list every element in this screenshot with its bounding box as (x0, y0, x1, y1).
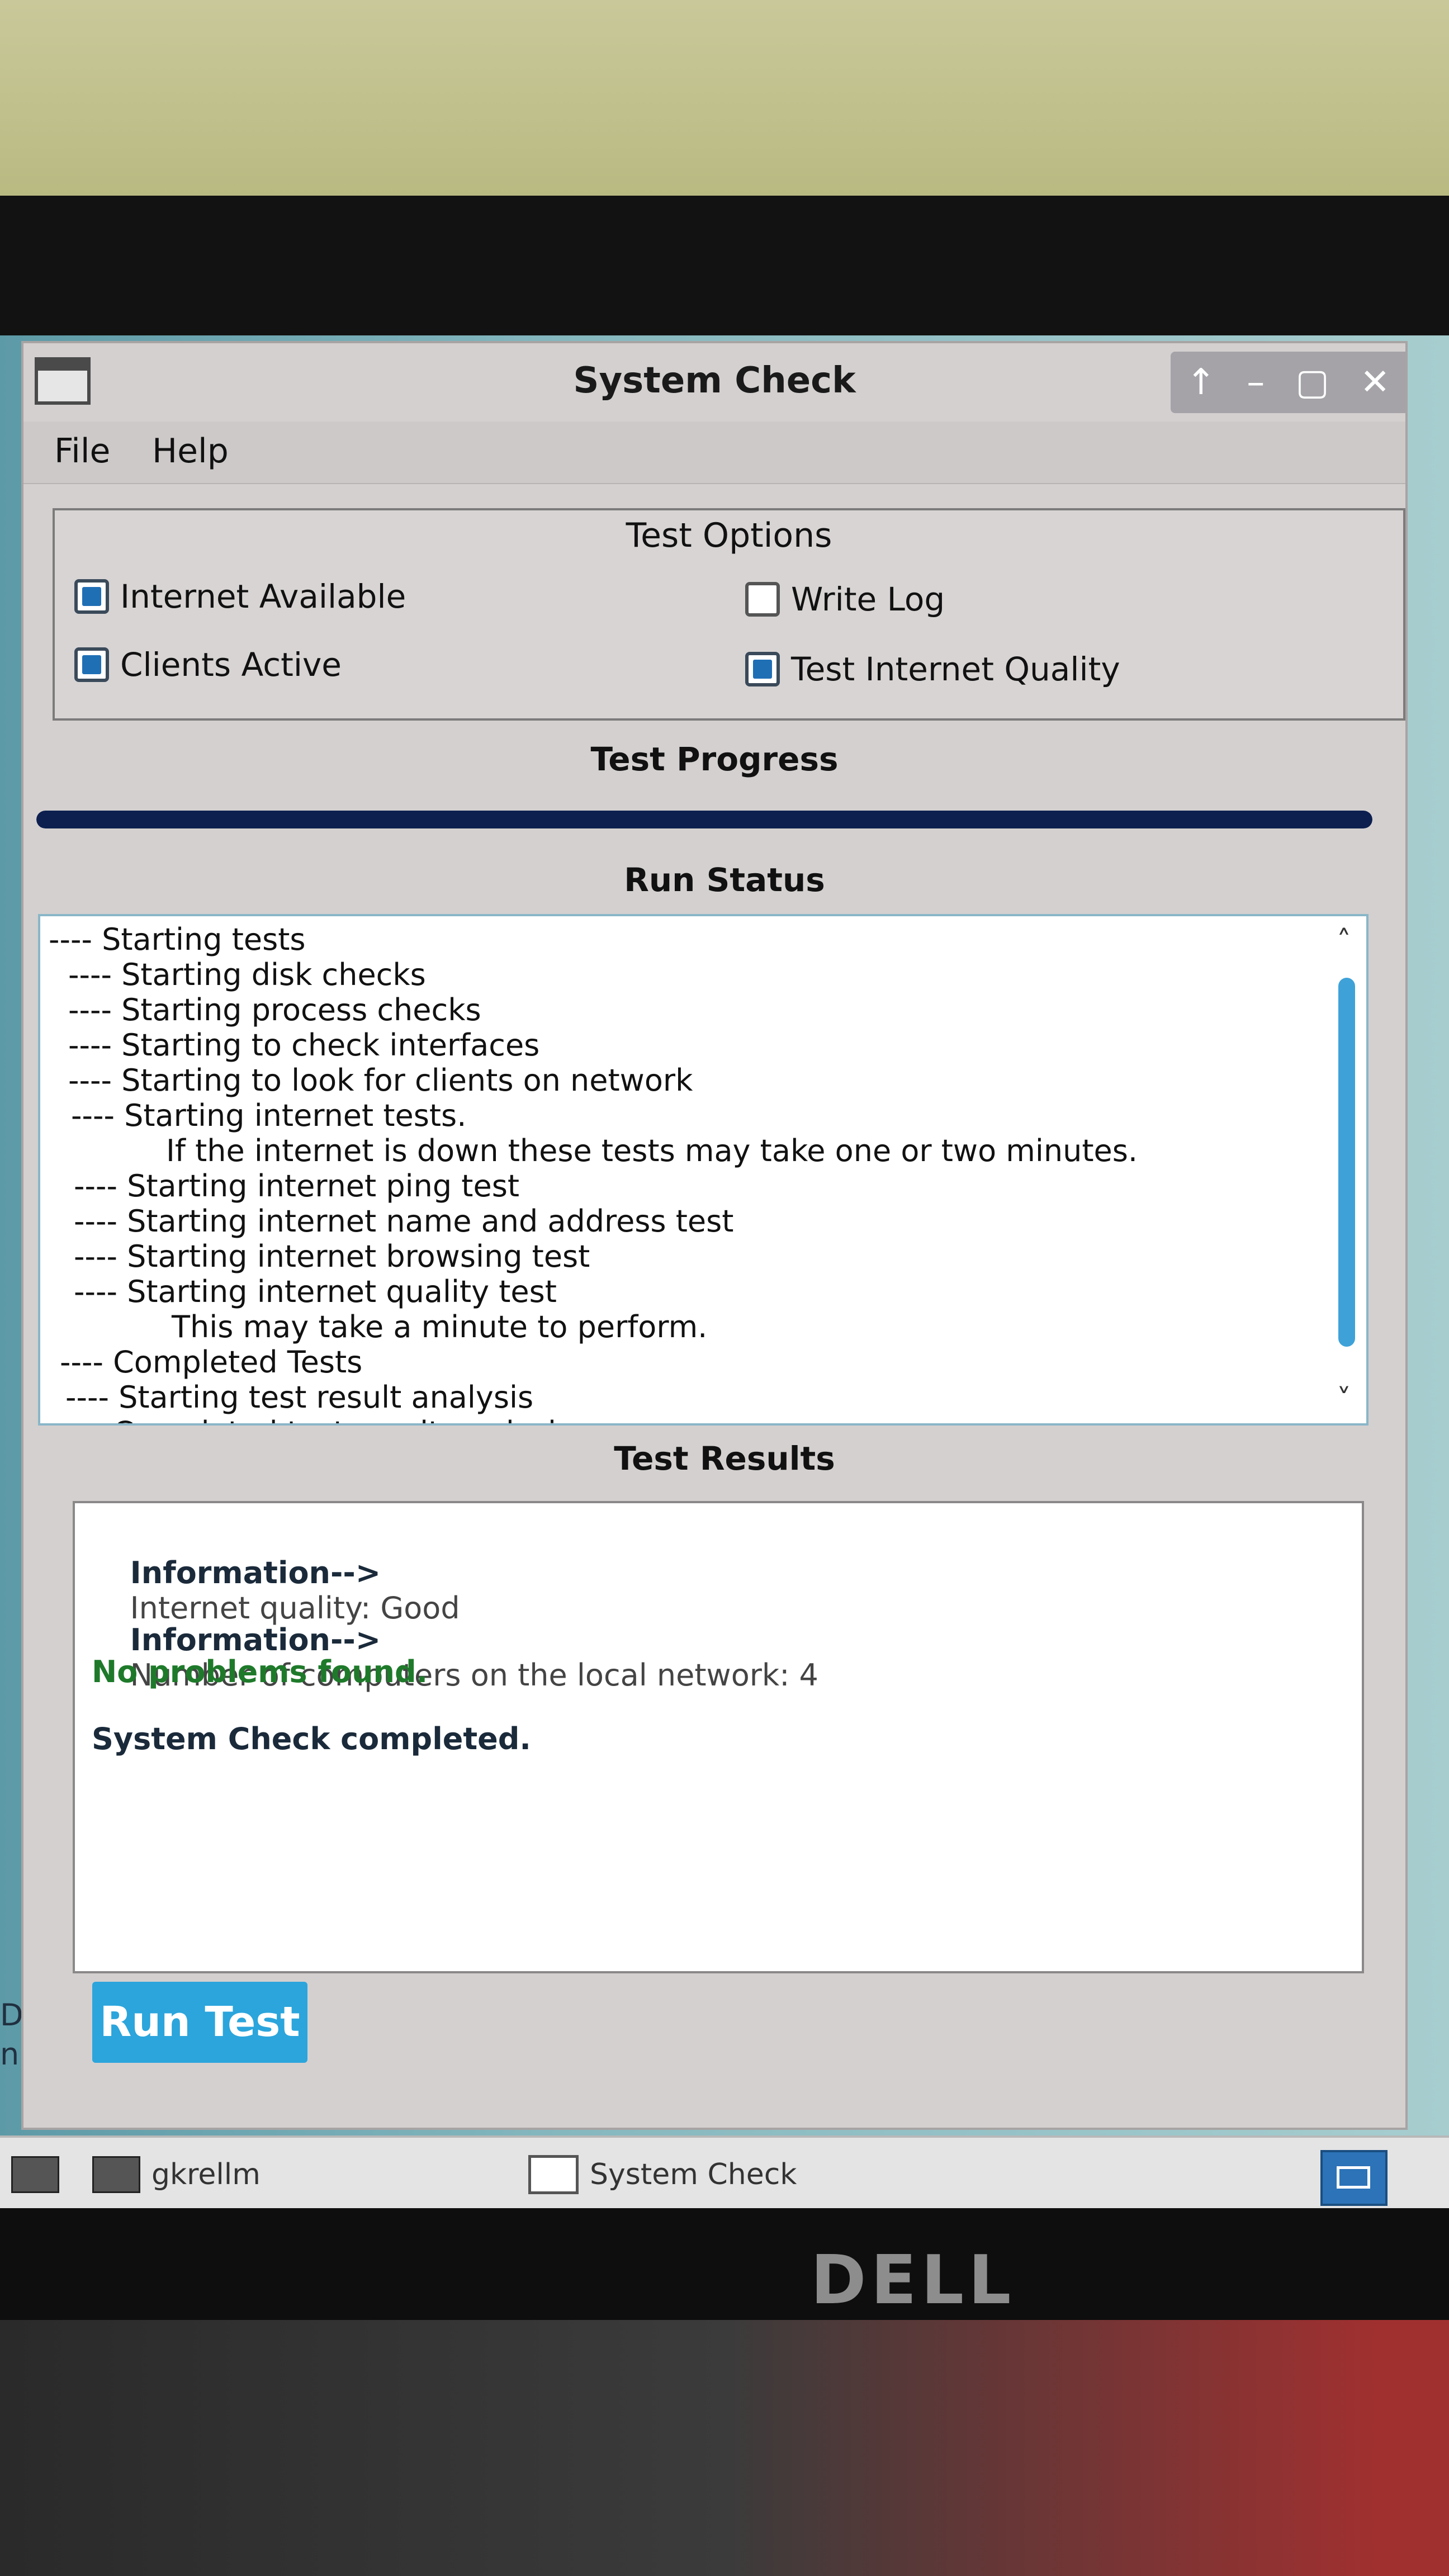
info-tag: Information--> (130, 1555, 381, 1590)
test-progress-bar (36, 811, 1372, 828)
monitor-bezel-bottom (0, 2208, 1449, 2320)
keep-above-icon[interactable]: ↑ (1186, 362, 1216, 403)
wall-background (0, 0, 1449, 196)
menu-file[interactable]: File (54, 432, 110, 471)
test-options-group: Test Options Internet Available Clients … (53, 508, 1405, 721)
test-progress-label: Test Progress (590, 740, 839, 778)
log-line: ---- Starting process checks (68, 992, 481, 1027)
checkbox-label: Clients Active (120, 646, 342, 684)
result-no-problems: No problems found. (92, 1654, 428, 1689)
minimize-icon[interactable]: – (1247, 362, 1265, 403)
checkbox-internet-available[interactable]: Internet Available (74, 577, 406, 615)
checkbox-label: Test Internet Quality (791, 650, 1120, 688)
log-line: ---- Starting internet browsing test (74, 1239, 590, 1274)
checkbox-test-internet-quality[interactable]: Test Internet Quality (745, 650, 1120, 688)
checkbox-label: Internet Available (120, 577, 406, 615)
log-line: ---- Completed Tests (60, 1344, 363, 1380)
log-line: ---- Starting internet quality test (74, 1274, 557, 1309)
app-menu-icon[interactable] (11, 2156, 59, 2193)
log-line: Completed test result analysis (113, 1415, 572, 1423)
taskbar-item-gkrellm[interactable]: gkrellm (92, 2148, 261, 2201)
maximize-icon[interactable]: ▢ (1295, 362, 1329, 403)
info-tag: Information--> (130, 1622, 381, 1658)
test-results-panel: Information--> Internet quality: Good In… (73, 1501, 1364, 1973)
dell-logo: DELL (811, 2242, 1016, 2319)
taskbar-item-label: gkrellm (151, 2157, 261, 2191)
checkbox-checked-icon[interactable] (74, 579, 109, 614)
log-line: ---- Starting internet name and address … (74, 1204, 734, 1239)
window-icon (528, 2154, 579, 2194)
log-line: ---- Starting tests (49, 922, 306, 957)
monitor-bezel-top (0, 196, 1449, 341)
checkbox-checked-icon[interactable] (745, 652, 780, 686)
taskbar: gkrellm System Check (0, 2135, 1449, 2210)
run-status-label: Run Status (624, 861, 825, 899)
close-icon[interactable]: ✕ (1360, 362, 1390, 403)
checkbox-clients-active[interactable]: Clients Active (74, 646, 342, 684)
run-test-button[interactable]: Run Test (92, 1982, 307, 2063)
test-results-label: Test Results (614, 1439, 835, 1478)
result-completed: System Check completed. (92, 1721, 531, 1756)
taskbar-item-label: System Check (590, 2157, 797, 2191)
run-status-log[interactable]: ---- Starting tests ---- Starting disk c… (38, 914, 1368, 1426)
checkbox-checked-icon[interactable] (74, 647, 109, 682)
log-line: ---- Starting internet ping test (74, 1168, 520, 1204)
test-options-title: Test Options (626, 516, 832, 555)
log-line: If the internet is down these tests may … (166, 1133, 1138, 1168)
desk-background (0, 2320, 1449, 2576)
title-bar[interactable]: System Check ↑ – ▢ ✕ (23, 343, 1405, 422)
progress-fill (36, 811, 1372, 828)
taskbar-item-system-check[interactable]: System Check (528, 2148, 797, 2201)
menu-bar: File Help (23, 422, 1405, 484)
checkbox-unchecked-icon[interactable] (745, 582, 780, 617)
checkbox-write-log[interactable]: Write Log (745, 580, 945, 618)
log-line: ---- Starting to check interfaces (68, 1027, 540, 1063)
log-scrollbar[interactable]: ˄ ˅ (1327, 927, 1361, 1414)
log-line: ---- Starting disk checks (68, 957, 426, 992)
gkrellm-icon (92, 2156, 140, 2193)
taskbar-menu-button[interactable] (11, 2148, 70, 2201)
log-line: This may take a minute to perform. (172, 1309, 708, 1344)
scroll-up-icon[interactable]: ˄ (1330, 927, 1358, 956)
log-line: ---- Starting internet tests. (71, 1098, 467, 1133)
window-controls: ↑ – ▢ ✕ (1171, 352, 1405, 413)
show-desktop-icon[interactable] (1320, 2150, 1388, 2206)
scroll-down-icon[interactable]: ˅ (1330, 1385, 1358, 1414)
checkbox-label: Write Log (791, 580, 945, 618)
scroll-thumb[interactable] (1338, 978, 1355, 1347)
log-line: ---- Starting test result analysis (65, 1380, 534, 1415)
menu-help[interactable]: Help (152, 432, 229, 471)
log-line: ---- Starting to look for clients on net… (68, 1063, 693, 1098)
